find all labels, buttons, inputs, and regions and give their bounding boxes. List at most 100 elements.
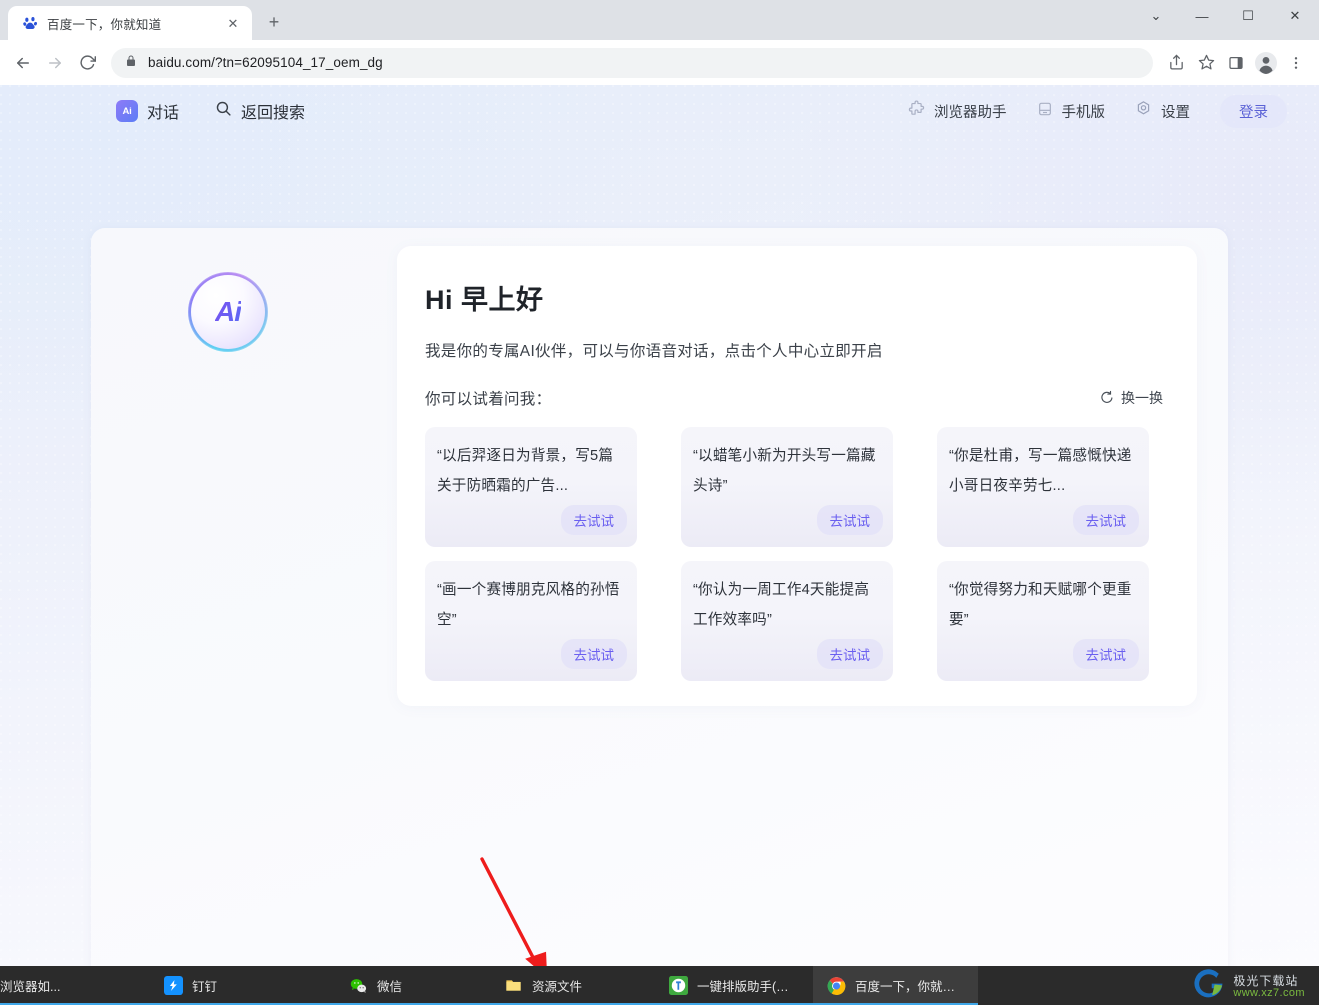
refresh-icon — [1100, 390, 1114, 407]
close-window-button[interactable]: ✕ — [1271, 0, 1319, 32]
taskbar-item-label: 钉钉 — [192, 980, 218, 994]
suggestion-text: “你是杜甫，写一篇感慨快递小哥日夜辛劳七... — [949, 448, 1132, 494]
address-bar[interactable]: baidu.com/?tn=62095104_17_oem_dg — [111, 47, 1153, 78]
nav-item-chat[interactable]: Ai 对话 — [116, 99, 179, 123]
maximize-button[interactable]: ☐ — [1225, 0, 1271, 32]
toolbar-right-icons — [1161, 48, 1311, 78]
dingtalk-icon — [164, 976, 183, 995]
avatar: Ai — [188, 272, 268, 352]
nav-item-chat-label: 对话 — [147, 105, 180, 122]
suggestion-card[interactable]: “你是杜甫，写一篇感慨快递小哥日夜辛劳七... 去试试 — [937, 427, 1149, 547]
lock-icon — [125, 54, 137, 72]
forward-button[interactable] — [40, 48, 70, 78]
taskbar-item-label: 浏览器如... — [0, 980, 61, 994]
bookmark-star-icon[interactable] — [1191, 48, 1221, 78]
nav-item-browser-assistant[interactable]: 浏览器助手 — [908, 100, 1007, 122]
page-content: Ai 对话 返回搜索 浏览器助手 手机版 设置 登录 Ai Hi 早上好 我是你… — [0, 85, 1319, 966]
wechat-icon — [349, 976, 368, 995]
ai-avatar-wrapper: Ai — [188, 272, 268, 352]
taskbar-item-label: 一键排版助手(MyE... — [697, 980, 799, 994]
chat-panel: Ai Hi 早上好 我是你的专属AI伙伴，可以与你语音对话，点击个人中心立即开启… — [91, 228, 1228, 966]
nav-item-settings[interactable]: 设置 — [1135, 100, 1190, 122]
suggestion-card[interactable]: “你觉得努力和天赋哪个更重要” 去试试 — [937, 561, 1149, 681]
site-header-left: Ai 对话 返回搜索 — [116, 99, 305, 123]
more-menu-icon[interactable] — [1281, 48, 1311, 78]
suggestion-card[interactable]: “以蜡笔小新为开头写一篇藏头诗” 去试试 — [681, 427, 893, 547]
baidu-favicon-icon — [22, 15, 38, 31]
taskbar-item-dingtalk[interactable]: 钉钉 — [150, 966, 335, 1005]
watermark-line2: www.xz7.com — [1233, 986, 1305, 999]
suggestion-card[interactable]: “以后羿逐日为背景，写5篇关于防晒霜的广告... 去试试 — [425, 427, 637, 547]
nav-item-browser-assistant-label: 浏览器助手 — [934, 104, 1007, 121]
site-header-right: 浏览器助手 手机版 设置 登录 — [908, 94, 1287, 128]
login-button[interactable]: 登录 — [1220, 94, 1287, 128]
search-icon — [215, 100, 232, 122]
try-it-button[interactable]: 去试试 — [816, 505, 883, 535]
try-it-button[interactable]: 去试试 — [560, 639, 627, 669]
browser-window: 百度一下，你就知道 ✕ + ⌄ — ☐ ✕ baidu.com/?tn=6209… — [0, 0, 1319, 966]
greeting-card: Hi 早上好 我是你的专属AI伙伴，可以与你语音对话，点击个人中心立即开启 你可… — [397, 246, 1197, 706]
watermark-line1: 极光下载站 — [1233, 973, 1299, 988]
try-prompt-label: 你可以试着问我： — [425, 391, 552, 408]
share-icon[interactable] — [1161, 48, 1191, 78]
taskbar-item-chrome[interactable]: 百度一下，你就知... — [813, 966, 978, 1005]
taskbar-item-label: 微信 — [377, 980, 403, 994]
tab-strip: 百度一下，你就知道 ✕ + — [0, 0, 1133, 40]
taskbar-item-resources[interactable]: 资源文件 — [490, 966, 655, 1005]
try-it-button[interactable]: 去试试 — [560, 505, 627, 535]
mobile-icon — [1037, 101, 1053, 122]
suggestion-text: “画一个赛博朋克风格的孙悟空” — [437, 582, 620, 628]
refresh-label: 换一换 — [1121, 390, 1163, 406]
new-tab-button[interactable]: + — [260, 8, 288, 36]
ai-logo-icon: Ai — [116, 100, 138, 122]
suggestion-card[interactable]: “画一个赛博朋克风格的孙悟空” 去试试 — [425, 561, 637, 681]
typesetting-icon — [669, 976, 688, 995]
try-it-button[interactable]: 去试试 — [816, 639, 883, 669]
browser-tab[interactable]: 百度一下，你就知道 ✕ — [8, 6, 252, 40]
nav-item-back-to-search-label: 返回搜索 — [241, 105, 306, 122]
site-watermark: 极光下载站 www.xz7.com — [1194, 968, 1305, 1005]
browser-titlebar: 百度一下，你就知道 ✕ + ⌄ — ☐ ✕ — [0, 0, 1319, 40]
address-bar-url: baidu.com/?tn=62095104_17_oem_dg — [148, 55, 383, 70]
browser-toolbar: baidu.com/?tn=62095104_17_oem_dg — [0, 40, 1319, 85]
nav-item-mobile[interactable]: 手机版 — [1037, 101, 1106, 122]
suggestion-text: “你认为一周工作4天能提高工作效率吗” — [693, 582, 870, 628]
folder-icon — [504, 976, 523, 995]
refresh-suggestions-button[interactable]: 换一换 — [1100, 388, 1163, 408]
tab-close-icon[interactable]: ✕ — [224, 14, 242, 32]
avatar-label: Ai — [215, 296, 242, 327]
suggestion-text: “以蜡笔小新为开头写一篇藏头诗” — [693, 448, 876, 494]
greeting-subtitle: 我是你的专属AI伙伴，可以与你语音对话，点击个人中心立即开启 — [425, 343, 883, 360]
side-panel-icon[interactable] — [1221, 48, 1251, 78]
page-title: Hi 早上好 — [425, 285, 544, 315]
suggestion-text: “以后羿逐日为背景，写5篇关于防晒霜的广告... — [437, 448, 614, 494]
taskbar-item-label: 百度一下，你就知... — [855, 980, 964, 994]
site-header: Ai 对话 返回搜索 浏览器助手 手机版 设置 登录 — [0, 85, 1319, 137]
watermark-text: 极光下载站 www.xz7.com — [1233, 975, 1305, 999]
taskbar-item-label: 资源文件 — [532, 980, 583, 994]
chrome-icon — [827, 976, 846, 995]
suggestion-text: “你觉得努力和天赋哪个更重要” — [949, 582, 1132, 628]
try-it-button[interactable]: 去试试 — [1072, 639, 1139, 669]
suggestion-card[interactable]: “你认为一周工作4天能提高工作效率吗” 去试试 — [681, 561, 893, 681]
tab-search-chevron-icon[interactable]: ⌄ — [1133, 0, 1179, 32]
taskbar-item-typesetting[interactable]: 一键排版助手(MyE... — [655, 966, 813, 1005]
taskbar-item-browser[interactable]: 浏览器如... — [0, 966, 150, 1005]
reload-button[interactable] — [72, 48, 102, 78]
nav-item-back-to-search[interactable]: 返回搜索 — [215, 99, 305, 123]
back-button[interactable] — [8, 48, 38, 78]
taskbar-item-wechat[interactable]: 微信 — [335, 966, 490, 1005]
tab-title: 百度一下，你就知道 — [47, 17, 162, 32]
window-controls: ⌄ — ☐ ✕ — [1133, 0, 1319, 40]
minimize-button[interactable]: — — [1179, 0, 1225, 32]
watermark-logo-icon — [1194, 968, 1227, 1005]
windows-taskbar: 浏览器如... 钉钉 微信 资源文件 一键排版助手(MyE... — [0, 966, 1319, 1005]
nav-item-settings-label: 设置 — [1161, 104, 1190, 121]
try-it-button[interactable]: 去试试 — [1072, 505, 1139, 535]
profile-avatar-icon[interactable] — [1251, 48, 1281, 78]
try-row: 你可以试着问我： 换一换 — [425, 387, 1163, 409]
settings-gear-icon — [1135, 100, 1152, 122]
suggestion-grid: “以后羿逐日为背景，写5篇关于防晒霜的广告... 去试试 “以蜡笔小新为开头写一… — [425, 427, 1163, 681]
puzzle-icon — [908, 100, 925, 122]
nav-item-mobile-label: 手机版 — [1061, 104, 1106, 121]
